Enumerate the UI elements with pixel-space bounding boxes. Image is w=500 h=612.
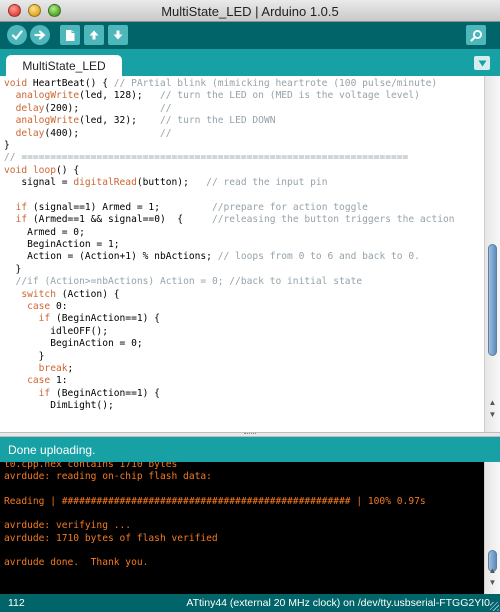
tab-bar: MultiState_LED: [0, 49, 500, 76]
board-info: ATtiny44 (external 20 MHz clock) on /dev…: [186, 597, 490, 609]
arrow-right-icon: [34, 30, 46, 40]
code-text: void HeartBeat() { // PArtial blink (mim…: [4, 78, 484, 413]
code-line: void loop() {: [4, 164, 80, 176]
code-line: analogWrite(led, 32); // turn the LED DO…: [15, 115, 276, 127]
code-line: BeginAction = 1;: [4, 239, 120, 251]
scroll-down-arrow-icon[interactable]: ▼: [487, 410, 498, 420]
check-icon: [11, 30, 23, 41]
code-line: signal = digitalRead(button); // read th…: [4, 177, 328, 189]
tab-multistate-led[interactable]: MultiState_LED: [6, 55, 122, 76]
code-editor[interactable]: void HeartBeat() { // PArtial blink (mim…: [0, 76, 484, 432]
triangle-down-icon: [478, 60, 486, 66]
code-line: idleOFF();: [4, 325, 108, 337]
footer-bar: 112 ATtiny44 (external 20 MHz clock) on …: [0, 594, 500, 612]
code-line: delay(400); //: [15, 127, 172, 139]
console-line: avrdude done. Thank you.: [4, 557, 149, 569]
verify-button[interactable]: [7, 25, 27, 45]
editor-scrollbar-thumb[interactable]: [488, 244, 497, 356]
tab-menu-button[interactable]: [474, 56, 490, 70]
serial-monitor-button[interactable]: [466, 25, 486, 45]
code-line: if (signal==1) Armed = 1; //prepare for …: [15, 201, 368, 213]
code-line: switch (Action) {: [21, 288, 120, 300]
code-line: DimLight();: [4, 400, 114, 412]
new-button[interactable]: [60, 25, 80, 45]
upload-button[interactable]: [30, 25, 50, 45]
console-line: avrdude: 1710 bytes of flash verified: [4, 532, 218, 544]
console-line: Reading | ##############################…: [4, 495, 426, 507]
code-line: // =====================================…: [4, 152, 409, 164]
code-line: }: [4, 263, 22, 275]
toolbar: [0, 22, 500, 49]
code-line: //if (Action>=nbActions) Action = 0; //b…: [15, 276, 363, 288]
code-line: case 0:: [27, 301, 68, 313]
status-message: Done uploading.: [8, 442, 96, 457]
magnifier-icon: [470, 29, 482, 41]
code-line: break;: [38, 362, 74, 374]
arrow-down-icon: [113, 30, 123, 40]
code-line: if (Armed==1 && signal==0) { //releasing…: [15, 214, 455, 226]
code-line: void HeartBeat() { // PArtial blink (mim…: [4, 78, 438, 89]
divider-grip[interactable]: [244, 433, 256, 436]
code-line: case 1:: [27, 375, 68, 387]
console-line: avrdude: reading on-chip flash data:: [4, 471, 212, 483]
arrow-up-icon: [89, 30, 99, 40]
code-line: }: [4, 350, 45, 362]
console-line: t0.cpp.hex contains 1710 bytes: [4, 462, 178, 470]
save-button[interactable]: [108, 25, 128, 45]
code-line: Armed = 0;: [4, 226, 85, 238]
console-line: avrdude: verifying ...: [4, 520, 132, 532]
code-line: delay(200); //: [15, 102, 172, 114]
console-output[interactable]: t0.cpp.hex contains 1710 bytes avrdude: r…: [0, 462, 484, 594]
code-line: BeginAction = 0;: [4, 338, 143, 350]
code-line: }: [4, 139, 10, 151]
code-line: if (BeginAction==1) {: [38, 387, 160, 399]
console-scroll-down-arrow-icon[interactable]: ▼: [487, 578, 498, 588]
new-file-icon: [66, 29, 75, 41]
console-text: t0.cpp.hex contains 1710 bytes avrdude: r…: [4, 462, 484, 594]
window-title: MultiState_LED | Arduino 1.0.5: [161, 4, 339, 19]
status-bar: Done uploading.: [0, 437, 500, 462]
line-number: 112: [8, 597, 25, 609]
code-line: if (BeginAction==1) {: [38, 313, 160, 325]
editor-scrollbar[interactable]: ▲ ▼: [484, 76, 500, 432]
resize-grip[interactable]: [490, 602, 499, 611]
open-button[interactable]: [84, 25, 104, 45]
console-scroll-up-arrow-icon[interactable]: ▲: [487, 566, 498, 576]
title-bar: MultiState_LED | Arduino 1.0.5: [0, 0, 500, 22]
code-line: Action = (Action+1) % nbActions; // loop…: [4, 251, 420, 263]
code-line: analogWrite(led, 128); // turn the LED o…: [15, 90, 420, 102]
console-scrollbar[interactable]: ▲ ▼: [484, 462, 500, 594]
scroll-up-arrow-icon[interactable]: ▲: [487, 398, 498, 408]
